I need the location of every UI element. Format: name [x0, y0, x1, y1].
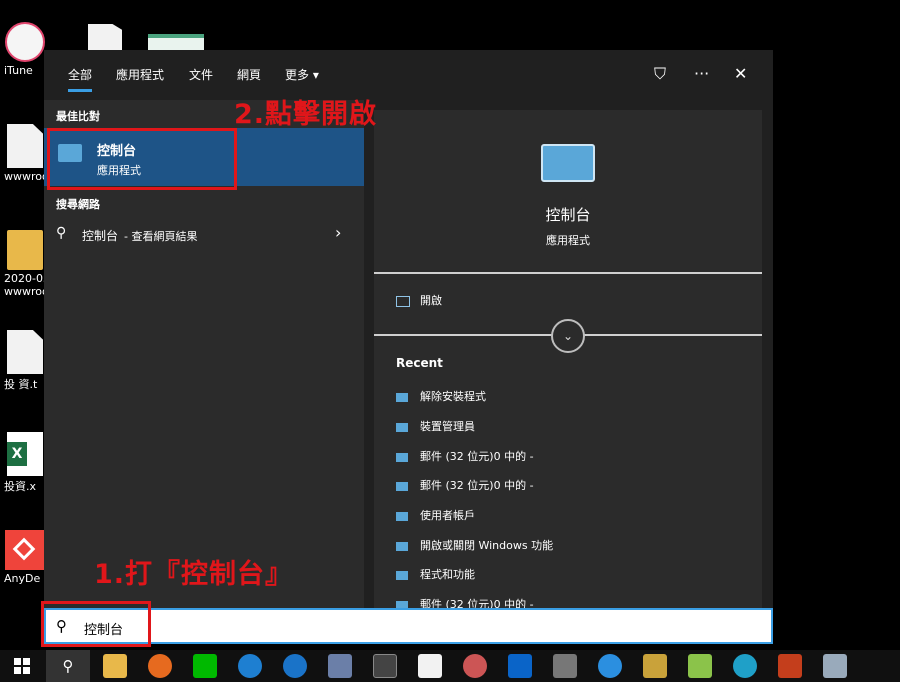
- taskbar: ⚲: [0, 650, 900, 682]
- desktop-icon-label: 2020-03: [4, 272, 50, 285]
- chevron-right-icon: ›: [335, 223, 342, 242]
- calculator-icon[interactable]: [553, 654, 577, 678]
- desktop-icon-text[interactable]: 投 資.t: [0, 330, 50, 392]
- web-result-text: 控制台: [82, 229, 119, 243]
- line-icon[interactable]: [193, 654, 217, 678]
- preview-subtitle: 應用程式: [546, 234, 590, 247]
- itunes-icon: [5, 22, 45, 62]
- annotation-box-search: [41, 601, 151, 647]
- tab-apps[interactable]: 應用程式: [116, 66, 164, 83]
- control-panel-item-icon: [396, 541, 408, 551]
- desktop-icon-label: AnyDe: [4, 572, 41, 585]
- tab-all[interactable]: 全部: [68, 66, 93, 92]
- recent-heading: Recent: [396, 356, 443, 370]
- notepad-icon[interactable]: [688, 654, 712, 678]
- paint-icon[interactable]: [463, 654, 487, 678]
- powerpoint-icon[interactable]: [778, 654, 802, 678]
- search-icon: ⚲: [56, 225, 67, 241]
- open-action[interactable]: 開啟: [396, 292, 442, 308]
- edge-icon[interactable]: [733, 654, 757, 678]
- open-icon: [396, 295, 410, 307]
- control-panel-item-icon: [396, 392, 408, 402]
- desktop-icon-file[interactable]: wwwroo: [0, 124, 50, 183]
- desktop-icon-label: 投 資.t: [4, 378, 38, 391]
- file-icon-top: [88, 24, 122, 50]
- recent-item[interactable]: 裝置管理員: [396, 418, 475, 434]
- chevron-down-icon[interactable]: ⌄: [551, 319, 585, 353]
- file-explorer-icon[interactable]: [103, 654, 127, 678]
- close-icon[interactable]: ✕: [734, 64, 747, 83]
- internet-explorer-icon[interactable]: [598, 654, 622, 678]
- control-panel-item-icon: [396, 511, 408, 521]
- desktop-icon-itunes[interactable]: iTune: [0, 22, 50, 77]
- anydesk-icon: [5, 530, 45, 570]
- tab-web[interactable]: 網頁: [237, 66, 261, 83]
- desktop-icon-label: iTune: [4, 64, 33, 77]
- web-result-suffix: - 查看網頁結果: [124, 230, 198, 243]
- search-bar[interactable]: ⚲ 控制台: [44, 608, 773, 644]
- recent-item[interactable]: 程式和功能: [396, 566, 475, 582]
- annotation-step1: 1.打『控制台』: [94, 559, 294, 590]
- windows-start-icon[interactable]: [14, 658, 30, 674]
- outlook-icon[interactable]: [508, 654, 532, 678]
- desktop-icon-label: wwwroo: [4, 285, 49, 298]
- best-match-heading: 最佳比對: [56, 110, 100, 123]
- preview-pane: 控制台 應用程式 開啟 ⌄ Recent 解除安裝程式 裝置管理員 郵件 (32…: [374, 110, 762, 611]
- desktop-icon-anydesk[interactable]: AnyDe: [0, 530, 50, 585]
- desktop-icon-label: wwwroo: [4, 170, 49, 183]
- control-panel-icon: [541, 144, 595, 182]
- tab-documents[interactable]: 文件: [189, 66, 213, 83]
- tab-more[interactable]: 更多 ▾: [285, 66, 319, 83]
- desktop-icon-folder[interactable]: 2020-03 wwwroo: [0, 230, 50, 298]
- recent-item[interactable]: 解除安裝程式: [396, 388, 486, 404]
- app-icon[interactable]: [823, 654, 847, 678]
- control-panel-item-icon: [396, 452, 408, 462]
- file-icon: [7, 124, 43, 168]
- divider: [374, 272, 762, 274]
- annotation-box-best-match: [47, 128, 237, 190]
- web-search-result[interactable]: ⚲ 控制台 - 查看網頁結果 ›: [44, 220, 364, 248]
- excel-icon: X: [7, 432, 43, 476]
- text-file-icon: [7, 330, 43, 374]
- feedback-icon[interactable]: ⛉: [654, 64, 666, 84]
- firefox-icon[interactable]: [148, 654, 172, 678]
- terminal-icon[interactable]: [373, 654, 397, 678]
- desktop-icon-excel[interactable]: X 投資.x: [0, 432, 50, 494]
- search-tabs: 全部 應用程式 文件 網頁 更多 ▾ ⛉ ··· ✕: [44, 50, 773, 98]
- control-panel-item-icon: [396, 570, 408, 580]
- search-icon[interactable]: ⚲: [46, 650, 90, 682]
- annotation-step2: 2.點擊開啟: [234, 99, 378, 130]
- recent-item[interactable]: 使用者帳戶: [396, 507, 475, 523]
- network-icon[interactable]: [328, 654, 352, 678]
- control-panel-item-icon: [396, 481, 408, 491]
- sync-icon[interactable]: [238, 654, 262, 678]
- open-label: 開啟: [420, 294, 442, 307]
- web-search-heading: 搜尋網路: [56, 198, 100, 211]
- recent-item[interactable]: 郵件 (32 位元)0 中的 -: [396, 448, 534, 464]
- document-icon[interactable]: [418, 654, 442, 678]
- control-panel-item-icon: [396, 422, 408, 432]
- archive-icon[interactable]: [643, 654, 667, 678]
- teamviewer-icon[interactable]: [283, 654, 307, 678]
- desktop-icon-label: 投資.x: [4, 480, 37, 493]
- preview-title: 控制台: [545, 206, 591, 224]
- recent-item[interactable]: 郵件 (32 位元)0 中的 -: [396, 477, 534, 493]
- recent-item[interactable]: 開啟或關閉 Windows 功能: [396, 537, 553, 553]
- folder-icon: [7, 230, 43, 270]
- more-options-icon[interactable]: ···: [694, 64, 709, 83]
